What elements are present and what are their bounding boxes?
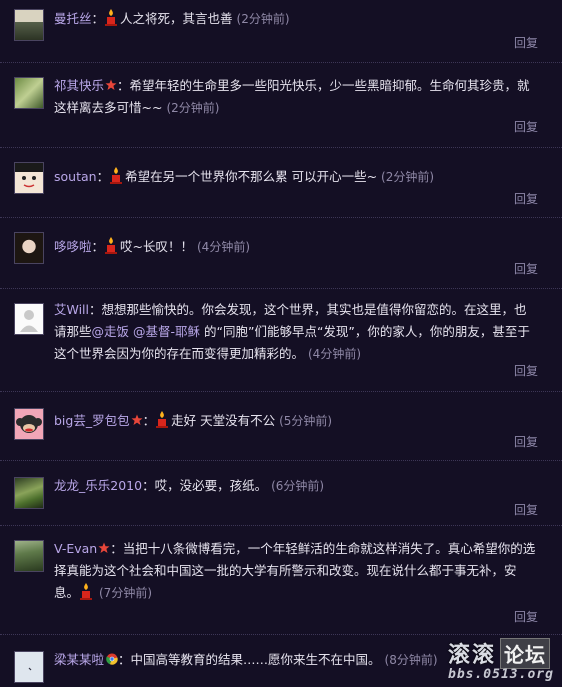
username[interactable]: V-Evan: [54, 541, 97, 556]
comment-item: 哆哆啦： 哎~长叹！！ (4分钟前) 回复: [0, 218, 562, 289]
vip-star-icon: [105, 79, 117, 90]
avatar[interactable]: [14, 477, 44, 509]
comment-body: 走好 天堂没有不公: [171, 413, 276, 428]
comment-body: 希望在另一个世界你不那么累 可以开心一些~: [125, 169, 378, 184]
timestamp: (5分钟前): [279, 414, 333, 428]
reply-link[interactable]: 回复: [514, 190, 538, 207]
timestamp: (4分钟前): [197, 240, 250, 254]
reply-link[interactable]: 回复: [514, 433, 538, 450]
comment-item: 龙龙_乐乐2010：哎，没必要，孩纸。 (6分钟前) 回复: [0, 461, 562, 526]
comment-item: 曼托丝： 人之将死，其言也善 (2分钟前) 回复: [0, 0, 562, 63]
colon: ：: [142, 478, 155, 493]
username[interactable]: big芸_罗包包: [54, 413, 130, 428]
username[interactable]: 艾Will: [54, 302, 89, 317]
colon: ：: [96, 169, 110, 184]
candle-icon: [105, 9, 118, 26]
chrome-icon: [106, 653, 118, 665]
mention-link[interactable]: @基督-耶稣: [133, 324, 200, 339]
avatar[interactable]: [14, 162, 44, 194]
candle-icon: [105, 237, 118, 254]
timestamp: (2分钟前): [236, 12, 290, 26]
comment-item: big芸_罗包包 ： 走好 天堂没有不公 (5分钟前) 回复: [0, 392, 562, 461]
comment-item: soutan： 希望在另一个世界你不那么累 可以开心一些~ (2分钟前) 回复: [0, 148, 562, 218]
avatar[interactable]: [14, 303, 44, 335]
avatar-image: [28, 667, 32, 671]
candle-icon: [156, 411, 169, 428]
candle-icon: [80, 583, 93, 600]
username[interactable]: 哆哆啦: [54, 239, 92, 254]
vip-star-icon: [131, 414, 143, 425]
avatar[interactable]: [14, 77, 44, 109]
avatar[interactable]: [14, 540, 44, 572]
avatar[interactable]: [14, 651, 44, 683]
username[interactable]: 祁其快乐: [54, 78, 104, 93]
username[interactable]: 曼托丝: [54, 11, 92, 26]
avatar-face: [15, 163, 43, 188]
comment-text: 龙龙_乐乐2010：哎，没必要，孩纸。 (6分钟前): [54, 475, 538, 497]
vip-star-icon: [98, 542, 110, 553]
reply-link[interactable]: 回复: [514, 608, 538, 625]
watermark-logo: 滚滚 论坛: [448, 637, 554, 669]
comment-text: 艾Will：想想那些愉快的。你会发现，这个世界，其实也是值得你留恋的。在这里，也…: [54, 299, 538, 365]
comment-text: 祁其快乐 ：希望年轻的生命里多一些阳光快乐，少一些黑暗抑郁。生命何其珍贵，就这样离…: [54, 75, 538, 119]
username[interactable]: 龙龙_乐乐2010: [54, 478, 142, 493]
avatar[interactable]: [14, 9, 44, 41]
reply-link[interactable]: 回复: [514, 118, 538, 135]
timestamp: (8分钟前): [384, 653, 438, 667]
comment-text: big芸_罗包包 ： 走好 天堂没有不公 (5分钟前): [54, 410, 538, 432]
comment-body: 哎，没必要，孩纸。: [154, 478, 268, 493]
comment-item: 艾Will：想想那些愉快的。你会发现，这个世界，其实也是值得你留恋的。在这里，也…: [0, 289, 562, 392]
candle-icon: [110, 167, 123, 184]
watermark-forum: 论坛: [500, 637, 551, 669]
timestamp: (7分钟前): [99, 586, 152, 600]
username[interactable]: soutan: [54, 169, 97, 184]
comment-body: 中国高等教育的结果……愿你来生不在中国。: [130, 652, 381, 667]
colon: ：: [117, 78, 130, 93]
comment-body: 人之将死，其言也善: [120, 11, 233, 26]
timestamp: (2分钟前): [166, 101, 220, 115]
watermark-url: bbs.0513.org: [448, 667, 554, 682]
comment-text: V-Evan ：当把十八条微博看完，一个年轻鲜活的生命就这样消失了。真心希望你的选…: [54, 538, 538, 604]
colon: ：: [89, 302, 102, 317]
avatar[interactable]: [14, 232, 44, 264]
colon: ：: [118, 652, 131, 667]
mention-link[interactable]: @走饭: [92, 324, 130, 339]
reply-link[interactable]: 回复: [514, 362, 538, 379]
reply-link[interactable]: 回复: [514, 34, 538, 51]
comment-text: soutan： 希望在另一个世界你不那么累 可以开心一些~ (2分钟前): [54, 166, 538, 188]
comment-text: 哆哆啦： 哎~长叹！！ (4分钟前): [54, 236, 538, 258]
reply-link[interactable]: 回复: [514, 501, 538, 518]
colon: ：: [91, 239, 105, 254]
colon: ：: [110, 541, 123, 556]
timestamp: (4分钟前): [308, 347, 361, 361]
avatar-placeholder: [20, 310, 38, 332]
colon: ：: [91, 11, 105, 26]
watermark-brand: 滚滚: [448, 642, 497, 668]
avatar[interactable]: [14, 408, 44, 440]
comment-text: 曼托丝： 人之将死，其言也善 (2分钟前): [54, 8, 538, 30]
forum-watermark: 滚滚 论坛 bbs.0513.org: [448, 637, 554, 684]
comment-body: 哎~长叹！！: [120, 239, 194, 254]
comment-item: 祁其快乐 ：希望年轻的生命里多一些阳光快乐，少一些黑暗抑郁。生命何其珍贵，就这样离…: [0, 63, 562, 148]
reply-link[interactable]: 回复: [514, 260, 538, 277]
avatar-monkey: [16, 415, 42, 433]
timestamp: (6分钟前): [271, 479, 325, 493]
timestamp: (2分钟前): [381, 170, 435, 184]
username[interactable]: 梁某某啦: [54, 652, 104, 667]
colon: ：: [142, 413, 156, 428]
comment-item: V-Evan ：当把十八条微博看完，一个年轻鲜活的生命就这样消失了。真心希望你的选…: [0, 526, 562, 635]
